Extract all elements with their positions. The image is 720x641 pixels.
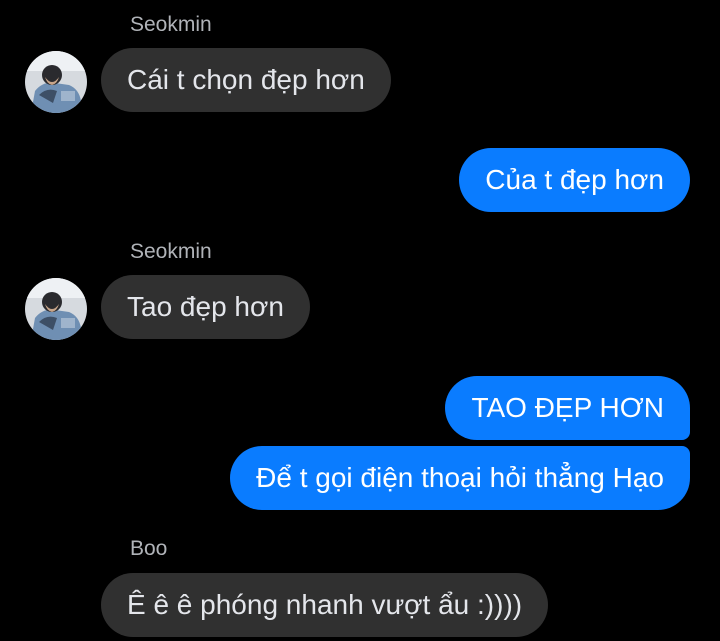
- message-text: Để t gọi điện thoại hỏi thẳng Hạo: [256, 462, 664, 493]
- avatar[interactable]: [25, 278, 87, 340]
- chat-thread: Seokmin Cái t chọn đẹp hơn Của t đẹp hơn…: [0, 0, 720, 641]
- message-text: TAO ĐẸP HƠN: [471, 392, 664, 423]
- outgoing-message-bubble[interactable]: Để t gọi điện thoại hỏi thẳng Hạo: [230, 446, 690, 510]
- incoming-message-bubble[interactable]: Cái t chọn đẹp hơn: [101, 48, 391, 112]
- message-text: Tao đẹp hơn: [127, 291, 284, 322]
- avatar-photo-icon: [25, 278, 87, 340]
- message-text: Ê ê ê phóng nhanh vượt ẩu :)))): [127, 589, 523, 620]
- sender-name: Seokmin: [130, 13, 212, 36]
- outgoing-message-bubble[interactable]: TAO ĐẸP HƠN: [445, 376, 690, 440]
- sender-name: Seokmin: [130, 240, 212, 263]
- message-text: Của t đẹp hơn: [485, 164, 664, 195]
- incoming-message-bubble[interactable]: Tao đẹp hơn: [101, 275, 310, 339]
- outgoing-message-bubble[interactable]: Của t đẹp hơn: [459, 148, 690, 212]
- avatar-photo-icon: [25, 51, 87, 113]
- avatar[interactable]: [25, 51, 87, 113]
- sender-name: Boo: [130, 537, 168, 560]
- message-text: Cái t chọn đẹp hơn: [127, 64, 365, 95]
- incoming-message-bubble[interactable]: Ê ê ê phóng nhanh vượt ẩu :)))): [101, 573, 549, 637]
